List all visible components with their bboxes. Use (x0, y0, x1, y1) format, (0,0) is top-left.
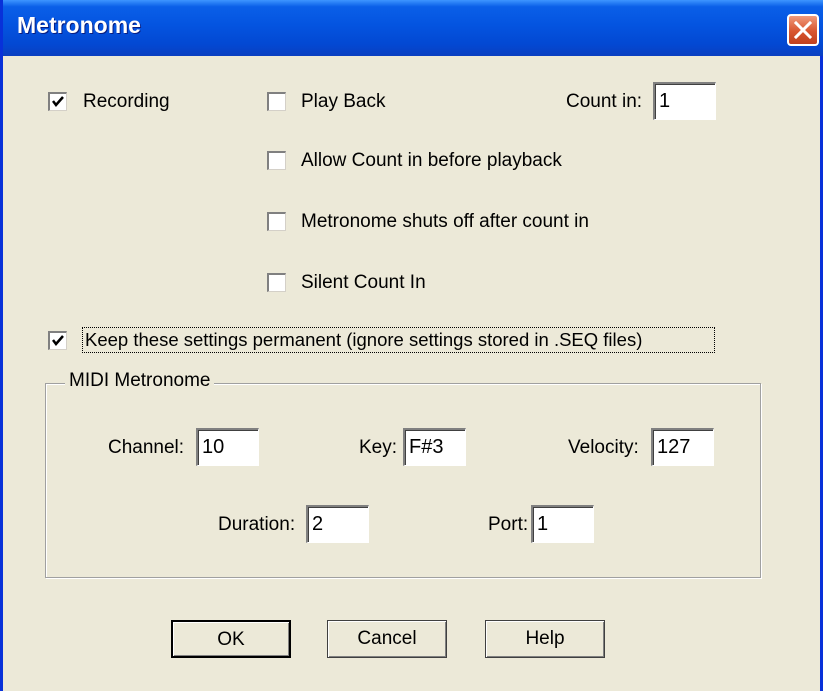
play-back-label[interactable]: Play Back (301, 91, 385, 113)
checkmark-icon (52, 335, 64, 346)
play-back-checkbox[interactable] (267, 92, 286, 111)
count-in-input[interactable]: 1 (653, 82, 716, 120)
silent-count-in-checkbox[interactable] (267, 273, 286, 292)
ok-button[interactable]: OK (171, 620, 291, 658)
velocity-label: Velocity: (568, 437, 639, 458)
allow-count-in-label[interactable]: Allow Count in before playback (301, 150, 562, 172)
help-button[interactable]: Help (485, 620, 605, 658)
key-label: Key: (359, 437, 398, 458)
channel-input[interactable]: 10 (196, 428, 259, 466)
shuts-off-label[interactable]: Metronome shuts off after count in (301, 211, 589, 233)
count-in-label: Count in: (566, 91, 643, 112)
allow-count-in-checkbox[interactable] (267, 151, 286, 170)
checkmark-icon (52, 96, 64, 107)
port-label: Port: (488, 514, 529, 535)
midi-metronome-group-label: MIDI Metronome (65, 370, 215, 392)
shuts-off-checkbox[interactable] (267, 212, 286, 231)
recording-label[interactable]: Recording (83, 91, 170, 113)
channel-label: Channel: (108, 437, 185, 458)
title-bar[interactable]: Metronome (3, 0, 823, 56)
cancel-button[interactable]: Cancel (327, 620, 447, 658)
keep-permanent-label[interactable]: Keep these settings permanent (ignore se… (85, 329, 642, 351)
midi-metronome-group (45, 383, 761, 578)
duration-label: Duration: (218, 514, 296, 535)
close-button[interactable] (787, 14, 819, 46)
silent-count-in-label[interactable]: Silent Count In (301, 272, 426, 294)
recording-checkbox[interactable] (48, 92, 67, 111)
port-input[interactable]: 1 (531, 505, 594, 543)
keep-permanent-checkbox[interactable] (48, 331, 67, 350)
window-title: Metronome (17, 12, 141, 38)
close-icon (794, 21, 812, 39)
metronome-dialog: Metronome Recording Play Back Count in: … (0, 0, 823, 691)
velocity-input[interactable]: 127 (651, 428, 714, 466)
duration-input[interactable]: 2 (306, 505, 369, 543)
key-input[interactable]: F#3 (403, 428, 466, 466)
